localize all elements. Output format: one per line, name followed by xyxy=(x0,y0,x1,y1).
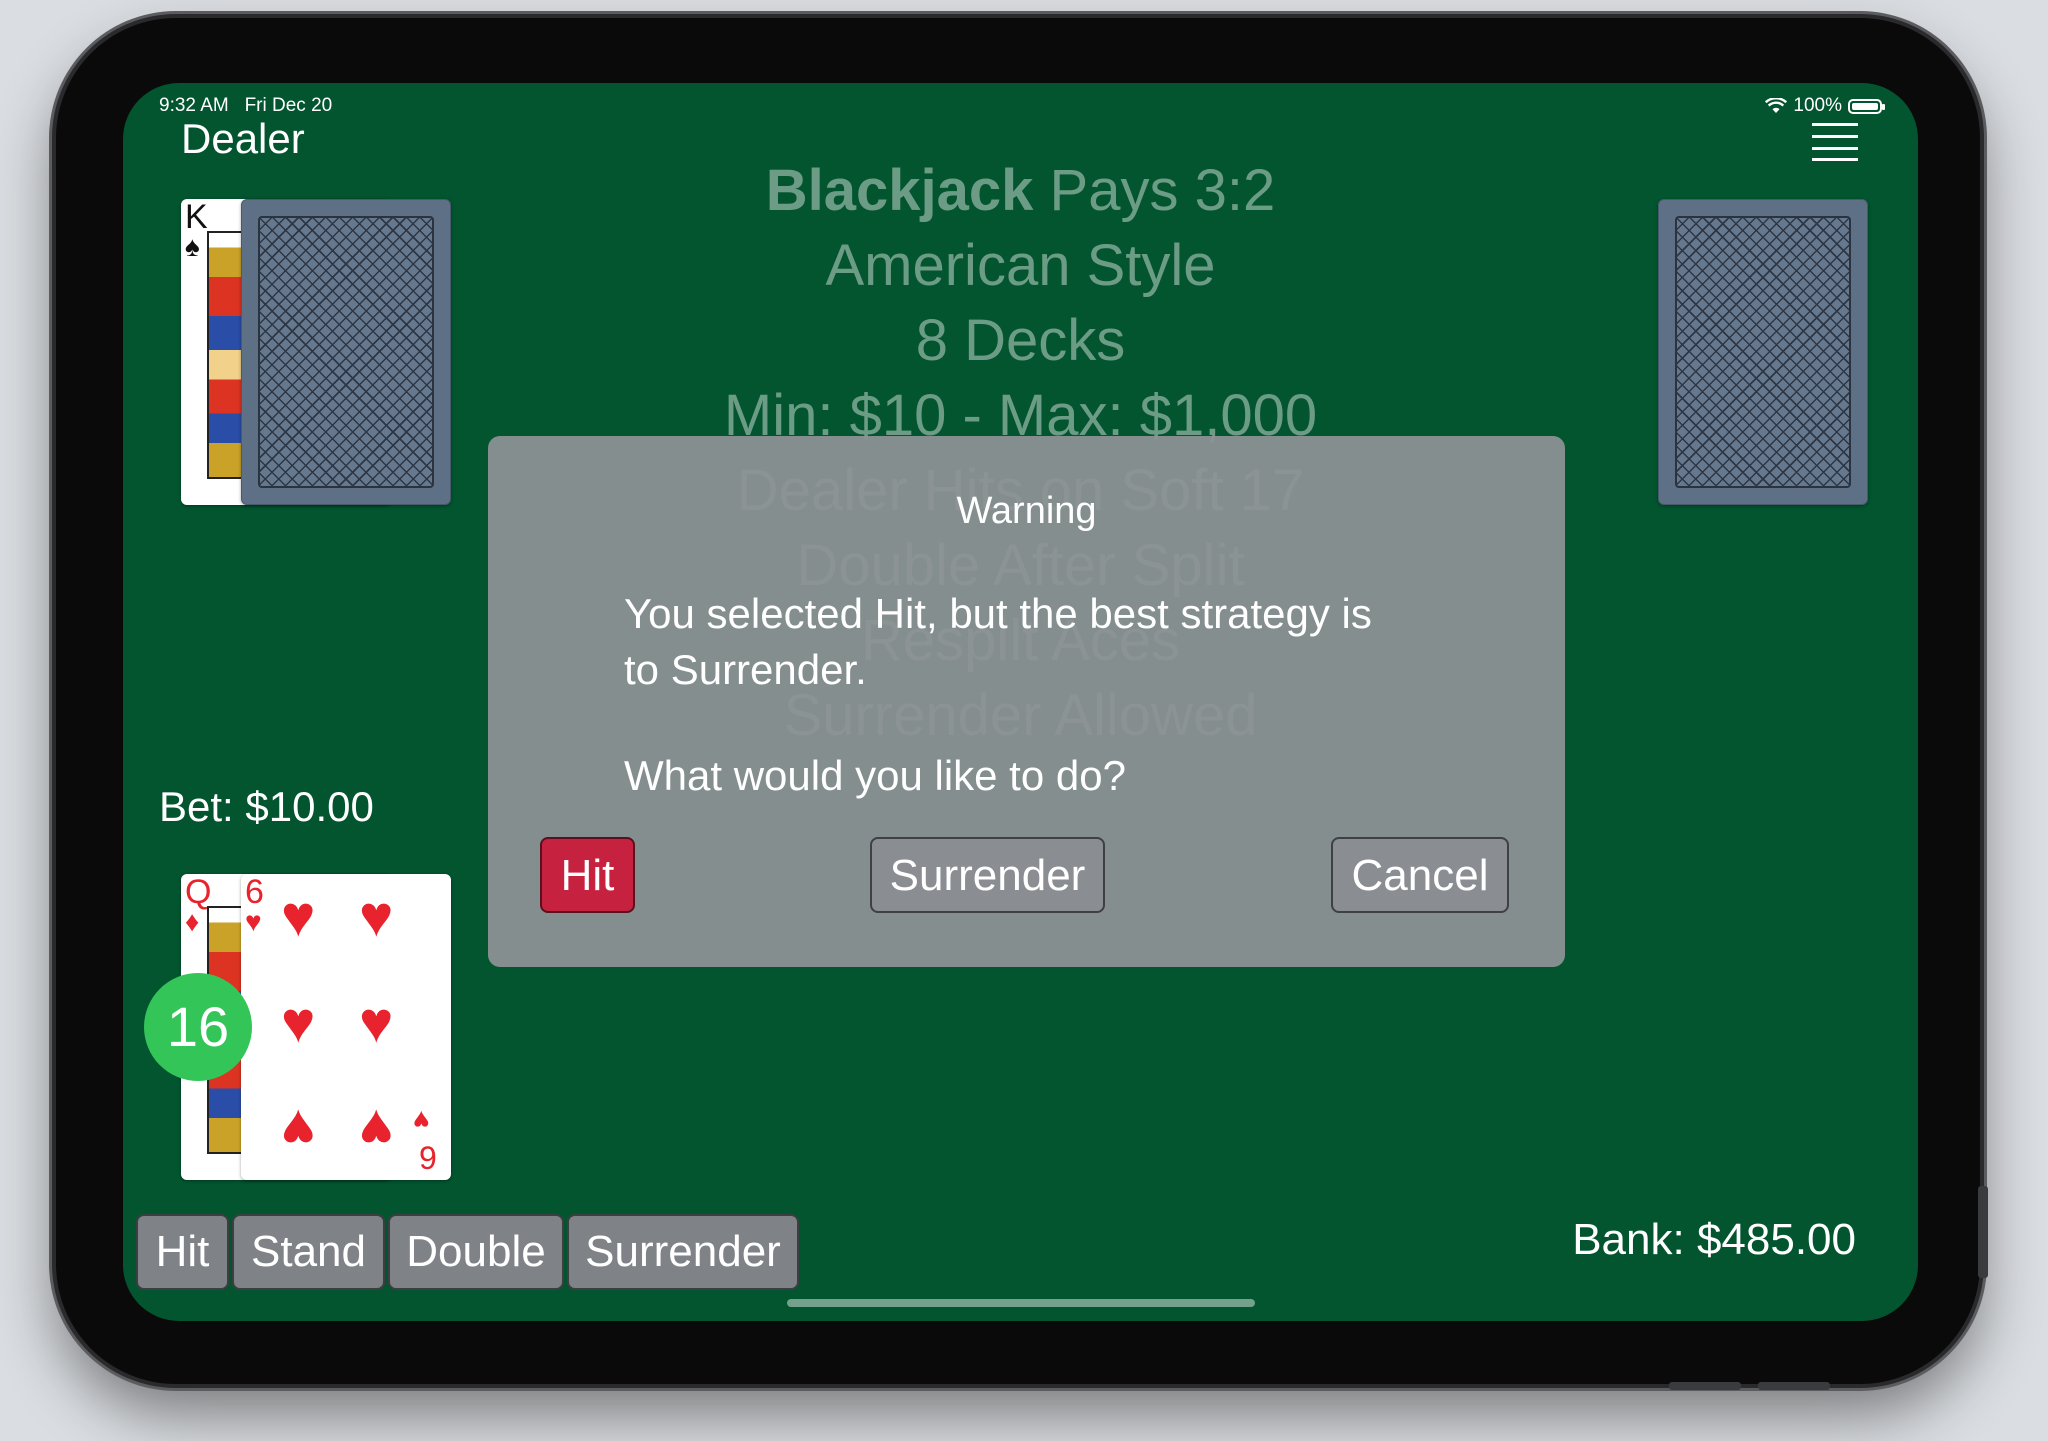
dialog-title: Warning xyxy=(956,490,1097,532)
wifi-icon xyxy=(1765,98,1788,113)
clock: 9:32 AM xyxy=(159,95,229,116)
double-button[interactable]: Double xyxy=(388,1214,564,1290)
power-button xyxy=(1978,1186,1988,1278)
spade-icon: ♠ xyxy=(185,231,200,262)
heart-icon: ♥ xyxy=(245,906,262,937)
surrender-button[interactable]: Surrender xyxy=(567,1214,799,1290)
card-rank: K xyxy=(185,199,208,236)
hand-total-badge: 16 xyxy=(144,973,252,1081)
dialog-message: You selected Hit, but the best strategy … xyxy=(624,590,1372,693)
heart-pip-icon: ♥ xyxy=(281,884,316,949)
strategy-warning-dialog: Warning You selected Hit, but the best s… xyxy=(488,436,1565,967)
rules-blackjack: Blackjack xyxy=(765,158,1034,223)
shoe-card-back xyxy=(1658,199,1868,505)
heart-pip-icon: ♥ xyxy=(359,884,394,949)
status-bar: 9:32 AM Fri Dec 20 100% xyxy=(159,89,1885,117)
hit-button[interactable]: Hit xyxy=(136,1214,229,1290)
card-rank-bottom: 9 xyxy=(419,1140,437,1176)
volume-down-button xyxy=(1758,1382,1830,1390)
dialog-cancel-button[interactable]: Cancel xyxy=(1331,837,1509,913)
player-card-six: 6 ♥ ♥ ♥ ♥ ♥ ♥ ♥ ♥ 9 xyxy=(241,874,451,1180)
status-time: 9:32 AM Fri Dec 20 xyxy=(159,95,332,117)
stand-button[interactable]: Stand xyxy=(232,1214,385,1290)
diamond-icon: ♦ xyxy=(185,906,200,937)
card-rank: Q xyxy=(185,874,212,911)
heart-icon: ♥ xyxy=(413,1105,430,1136)
card-back-pattern xyxy=(258,216,434,488)
status-right: 100% xyxy=(1765,95,1885,117)
volume-up-button xyxy=(1669,1382,1741,1390)
battery-percent: 100% xyxy=(1793,95,1842,116)
date: Fri Dec 20 xyxy=(244,95,333,116)
bet-label: Bet: $10.00 xyxy=(159,783,374,830)
rules-pays: Pays 3:2 xyxy=(1033,158,1276,223)
heart-pip-icon: ♥ xyxy=(281,990,316,1055)
dealer-card-hole xyxy=(241,199,451,505)
dialog-surrender-button[interactable]: Surrender xyxy=(870,837,1105,913)
card-back-pattern xyxy=(1675,216,1851,488)
dialog-hit-button[interactable]: Hit xyxy=(540,837,635,913)
heart-pip-icon: ♥ xyxy=(281,1097,316,1162)
action-bar: Hit Stand Double Surrender xyxy=(136,1214,799,1290)
heart-pip-icon: ♥ xyxy=(359,990,394,1055)
home-indicator[interactable] xyxy=(787,1299,1255,1307)
card-rank: 6 xyxy=(245,874,264,911)
dialog-question: What would you like to do? xyxy=(624,752,1126,799)
heart-pip-icon: ♥ xyxy=(359,1097,394,1162)
battery-icon xyxy=(1848,98,1885,114)
bank-label: Bank: $485.00 xyxy=(1572,1215,1856,1264)
game-screen: 9:32 AM Fri Dec 20 100% Dealer Blackjack… xyxy=(123,83,1918,1321)
